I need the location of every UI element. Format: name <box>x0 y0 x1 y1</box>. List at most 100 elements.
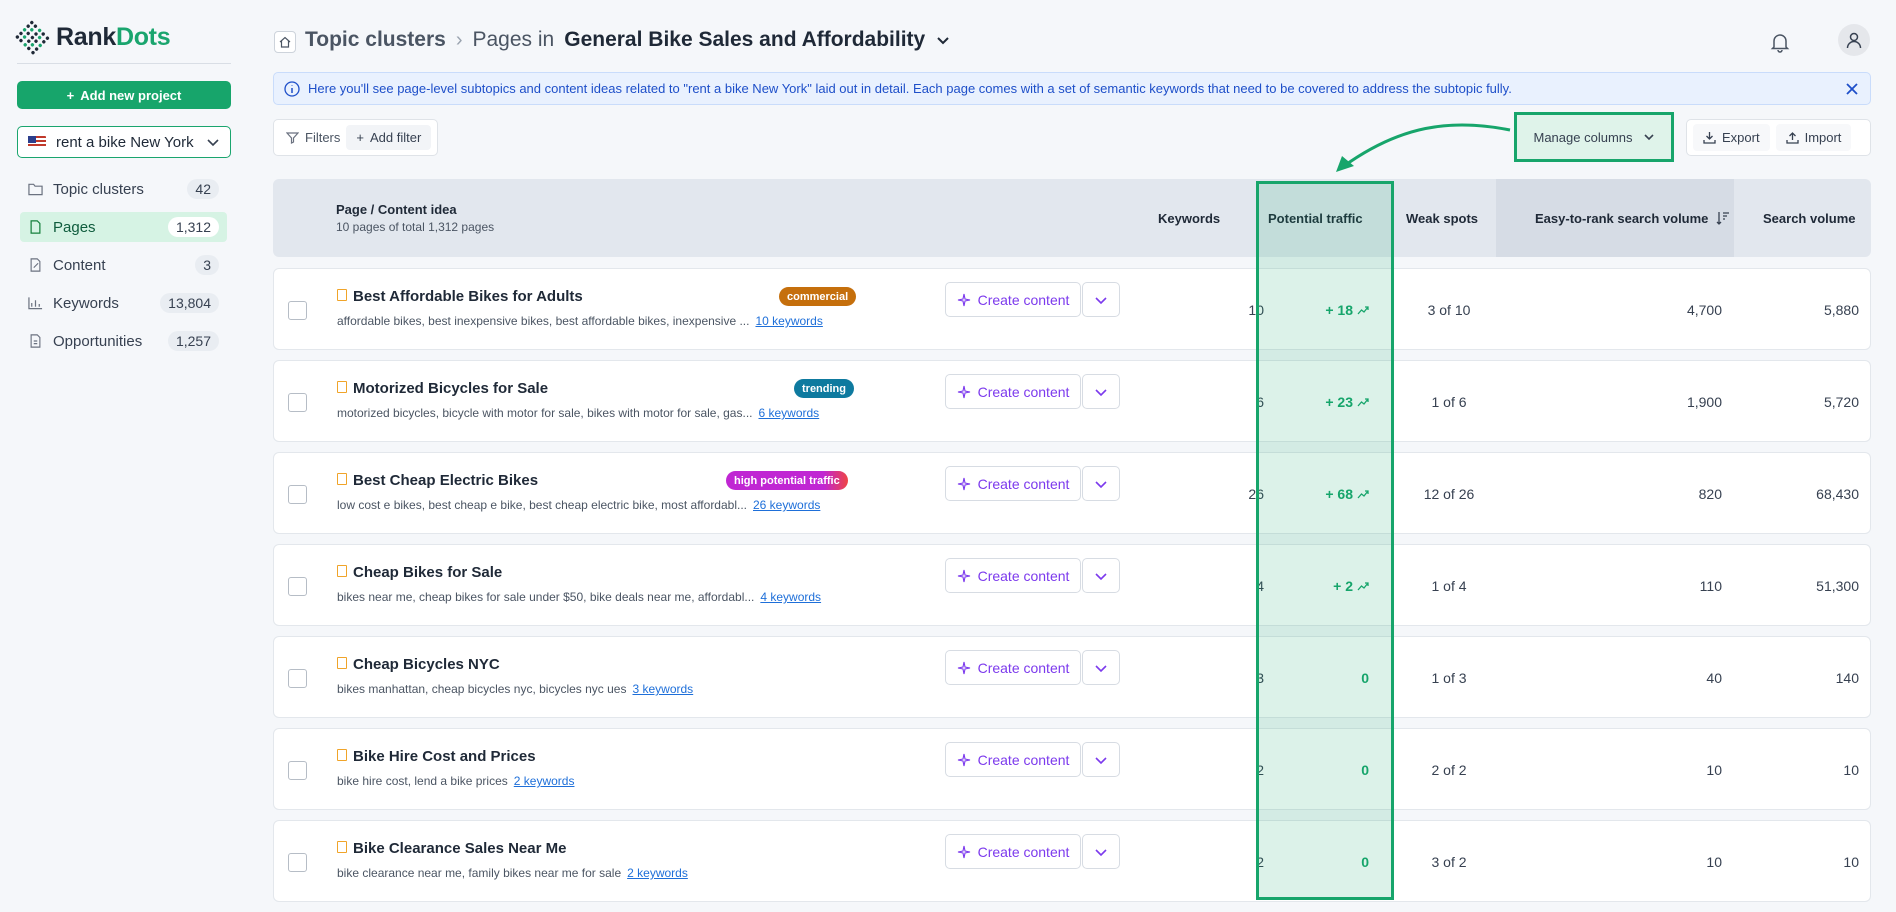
add-new-project-button[interactable]: + Add new project <box>17 81 231 109</box>
potential-traffic-cell: 0 <box>1256 821 1369 903</box>
easy-to-rank-volume: 820 <box>1698 486 1722 502</box>
keywords-link[interactable]: 10 keywords <box>755 314 822 328</box>
import-button[interactable]: Import <box>1775 124 1852 151</box>
logo[interactable]: RankDots <box>14 20 171 55</box>
keyword-summary: low cost e bikes, best cheap e bike, bes… <box>337 498 820 512</box>
create-content-button[interactable]: Create content <box>945 466 1081 501</box>
create-content-label: Create content <box>977 475 1070 492</box>
row-checkbox[interactable] <box>288 669 307 688</box>
chevron-down-icon <box>1095 664 1107 672</box>
page-title-link[interactable]: Cheap Bikes for Sale <box>353 564 502 581</box>
home-button[interactable] <box>274 31 296 53</box>
keyword-summary: bikes near me, cheap bikes for sale unde… <box>337 590 821 604</box>
sidebar-item-keywords[interactable]: Keywords 13,804 <box>20 288 227 318</box>
create-content-label: Create content <box>977 291 1070 308</box>
row-checkbox[interactable] <box>288 761 307 780</box>
row-checkbox[interactable] <box>288 393 307 412</box>
easy-to-rank-volume: 10 <box>1706 762 1722 778</box>
export-button[interactable]: Export <box>1693 124 1770 151</box>
potential-traffic-value: + 2 <box>1333 578 1353 594</box>
create-content-dropdown[interactable] <box>1082 558 1120 593</box>
notifications-bell-icon[interactable] <box>1768 30 1792 54</box>
table-row[interactable]: Bike Hire Cost and Prices bike hire cost,… <box>273 728 1871 810</box>
potential-traffic-cell: + 18 <box>1256 269 1369 351</box>
chevron-down-icon[interactable] <box>935 32 951 48</box>
manage-columns-button[interactable]: Manage columns <box>1514 112 1674 162</box>
sidebar-item-topic-clusters[interactable]: Topic clusters 42 <box>20 174 227 204</box>
table-row[interactable]: Motorized Bicycles for Sale trending motor… <box>273 360 1871 442</box>
breadcrumb-topic-clusters[interactable]: Topic clusters <box>305 28 446 52</box>
project-name: rent a bike New York <box>56 133 194 151</box>
table-row[interactable]: Best Affordable Bikes for Adults commerci… <box>273 268 1871 350</box>
keywords-link[interactable]: 4 keywords <box>760 590 821 604</box>
folder-icon <box>28 183 43 196</box>
keywords-link[interactable]: 2 keywords <box>514 774 575 788</box>
page-title-link[interactable]: Bike Clearance Sales Near Me <box>353 840 566 857</box>
tag-badge: commercial <box>779 287 857 306</box>
column-header-page[interactable]: Page / Content idea 10 pages of total 1,… <box>336 179 494 257</box>
column-header-search-volume[interactable]: Search volume <box>1763 179 1856 257</box>
create-content-dropdown[interactable] <box>1082 650 1120 685</box>
chevron-down-icon <box>1095 296 1107 304</box>
page-title-link[interactable]: Best Affordable Bikes for Adults <box>353 288 583 305</box>
row-checkbox[interactable] <box>288 853 307 872</box>
create-content-button[interactable]: Create content <box>945 374 1081 409</box>
import-label: Import <box>1804 130 1842 145</box>
column-page-subtitle: 10 pages of total 1,312 pages <box>336 220 495 234</box>
create-content-dropdown[interactable] <box>1082 742 1120 777</box>
row-checkbox[interactable] <box>288 301 307 320</box>
close-icon[interactable] <box>1844 81 1860 97</box>
page-title-link[interactable]: Best Cheap Electric Bikes <box>353 472 538 489</box>
tag-badge: high potential traffic <box>726 471 848 490</box>
column-header-easy-to-rank[interactable]: Easy-to-rank search volume <box>1496 179 1734 257</box>
page-doc-icon <box>337 565 347 577</box>
create-content-dropdown[interactable] <box>1082 374 1120 409</box>
create-content-dropdown[interactable] <box>1082 834 1120 869</box>
potential-traffic-cell: 0 <box>1256 637 1369 719</box>
add-filter-button[interactable]: + Add filter <box>346 125 432 150</box>
page-title-link[interactable]: Bike Hire Cost and Prices <box>353 748 536 765</box>
row-checkbox[interactable] <box>288 485 307 504</box>
sparkle-icon <box>957 385 970 398</box>
potential-traffic-value: 0 <box>1361 854 1369 870</box>
create-content-button[interactable]: Create content <box>945 742 1081 777</box>
table-row[interactable]: Cheap Bicycles NYC bikes manhattan, cheap… <box>273 636 1871 718</box>
sparkle-icon <box>957 293 970 306</box>
page-title-link[interactable]: Motorized Bicycles for Sale <box>353 380 548 397</box>
avatar[interactable] <box>1838 24 1870 56</box>
column-header-keywords[interactable]: Keywords <box>1158 179 1220 257</box>
create-content-button[interactable]: Create content <box>945 650 1081 685</box>
keywords-link[interactable]: 6 keywords <box>758 406 819 420</box>
column-header-potential-traffic[interactable]: Potential traffic <box>1268 179 1363 257</box>
table-row[interactable]: Cheap Bikes for Sale bikes near me, cheap… <box>273 544 1871 626</box>
sort-desc-icon[interactable] <box>1716 211 1730 225</box>
weak-spots-value: 3 of 10 <box>1427 302 1471 318</box>
page-title-link[interactable]: Cheap Bicycles NYC <box>353 656 500 673</box>
create-content-button[interactable]: Create content <box>945 558 1081 593</box>
us-flag-icon <box>28 136 46 148</box>
sidebar-item-pages[interactable]: Pages 1,312 <box>20 212 227 242</box>
create-content-dropdown[interactable] <box>1082 466 1120 501</box>
row-checkbox[interactable] <box>288 577 307 596</box>
page-doc-icon <box>337 381 347 393</box>
project-selector[interactable]: rent a bike New York <box>17 126 231 158</box>
search-volume: 68,430 <box>1816 486 1859 502</box>
sparkle-icon <box>957 477 970 490</box>
page-doc-icon <box>337 289 347 301</box>
create-content-button[interactable]: Create content <box>945 834 1081 869</box>
table-row[interactable]: Bike Clearance Sales Near Me bike clearan… <box>273 820 1871 902</box>
create-content-button[interactable]: Create content <box>945 282 1081 317</box>
sidebar-item-opportunities[interactable]: Opportunities 1,257 <box>20 326 227 356</box>
create-content-dropdown[interactable] <box>1082 282 1120 317</box>
keyword-list: bikes manhattan, cheap bicycles nyc, bic… <box>337 682 627 696</box>
keywords-link[interactable]: 2 keywords <box>627 866 688 880</box>
table-row[interactable]: Best Cheap Electric Bikes high potential … <box>273 452 1871 534</box>
chevron-down-icon <box>1095 848 1107 856</box>
chevron-right-icon: › <box>455 28 463 51</box>
info-text: Here you'll see page-level subtopics and… <box>308 81 1512 96</box>
keywords-link[interactable]: 3 keywords <box>632 682 693 696</box>
column-header-weak-spots[interactable]: Weak spots <box>1406 179 1478 257</box>
easy-to-rank-volume: 1,900 <box>1686 394 1722 410</box>
keywords-link[interactable]: 26 keywords <box>753 498 820 512</box>
sidebar-item-content[interactable]: Content 3 <box>20 250 227 280</box>
